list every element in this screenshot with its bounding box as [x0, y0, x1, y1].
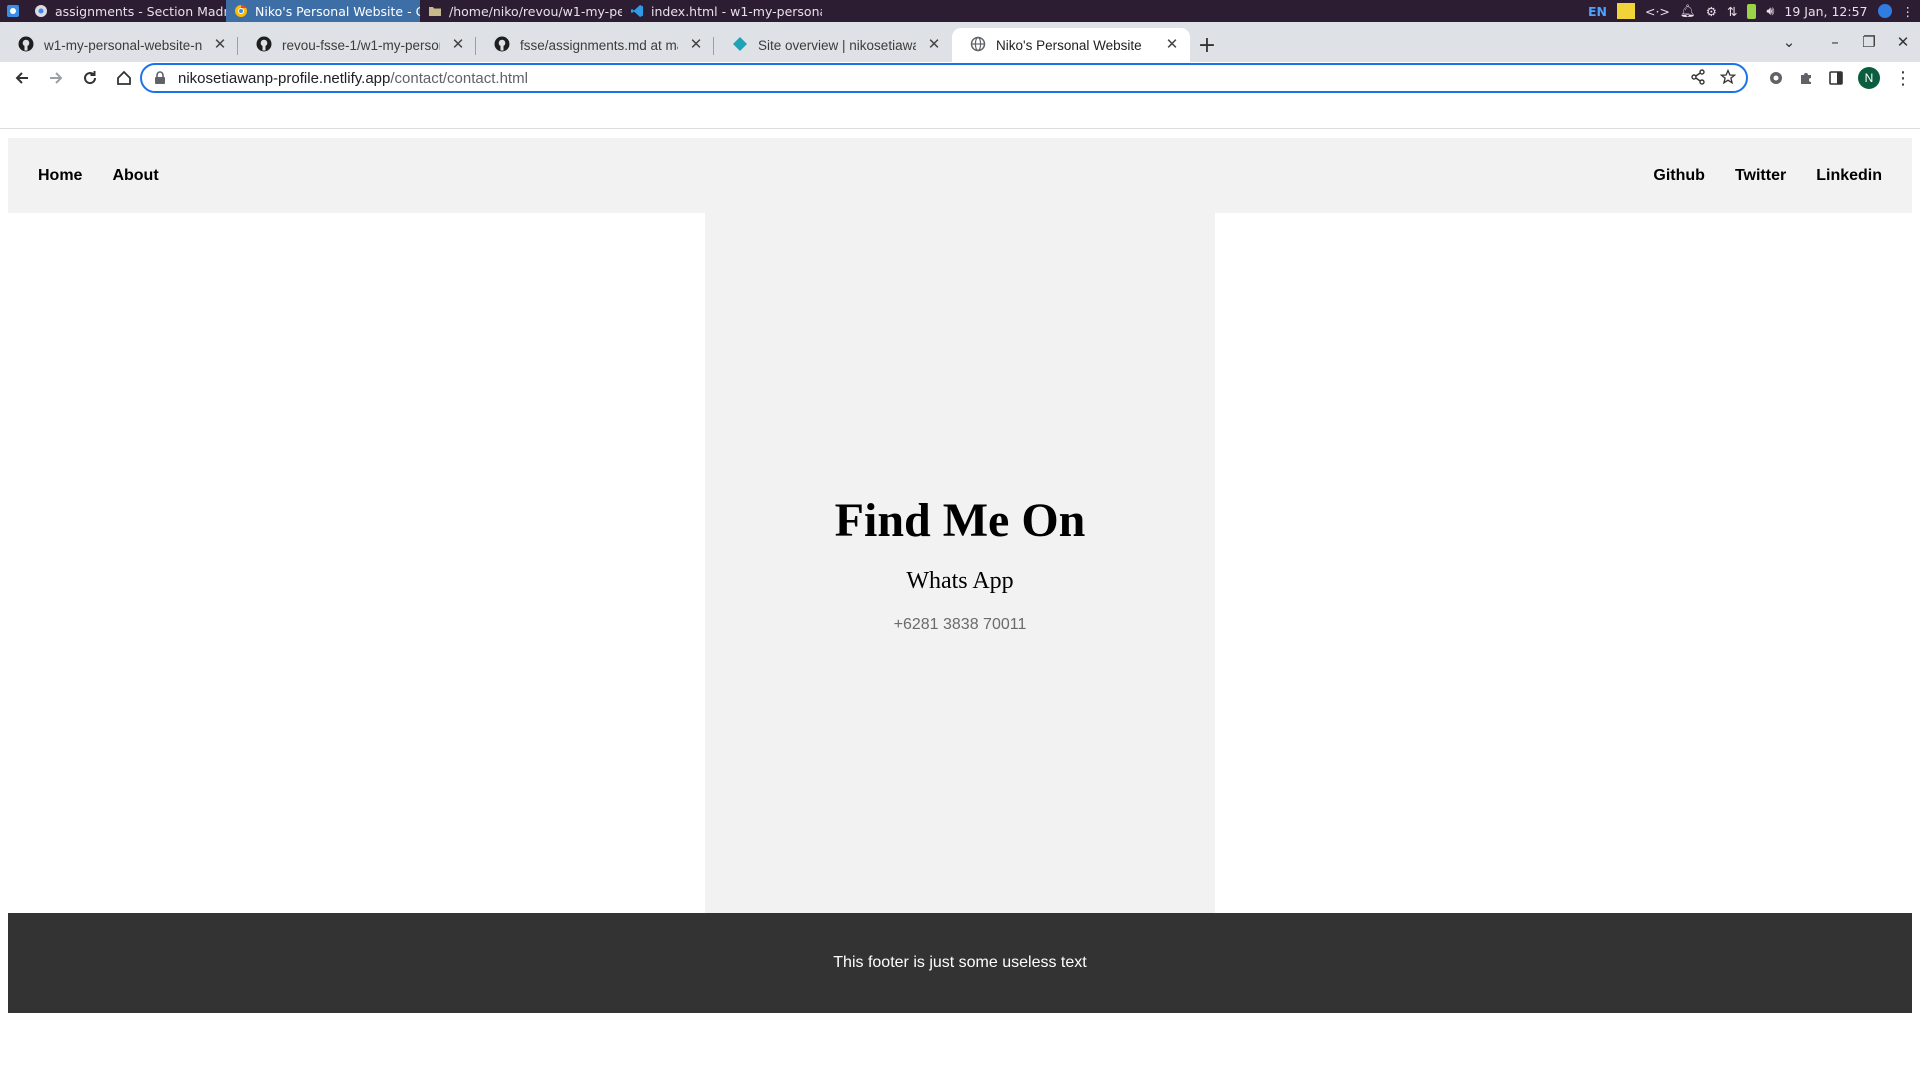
- tab-close-icon[interactable]: ✕: [450, 37, 466, 53]
- contact-method: Whats App: [906, 568, 1014, 594]
- reload-button[interactable]: [74, 62, 106, 94]
- bell-icon[interactable]: 🔔︎: [1680, 3, 1696, 19]
- browser-tab-strip: w1-my-personal-website-nikose ✕ revou-fs…: [0, 22, 1920, 62]
- system-tray: EN <·> 🔔︎ ⚙ ⇅ 🔊︎ 19 Jan, 12:57 ⋮: [1588, 0, 1914, 22]
- arrow-right-icon: [50, 72, 63, 84]
- folder-icon: [428, 4, 442, 18]
- close-window-icon[interactable]: ✕: [1886, 33, 1920, 51]
- menu-dots-icon[interactable]: ⋮: [1902, 4, 1915, 19]
- url-host: nikosetiawanp-profile.netlify.app: [178, 69, 391, 87]
- taskbar-item-label: /home/niko/revou/w1-my-pe...: [449, 3, 622, 19]
- taskbar-item-file-manager[interactable]: /home/niko/revou/w1-my-pe...: [420, 0, 622, 22]
- nav-link-twitter[interactable]: Twitter: [1735, 167, 1786, 185]
- reload-icon: [84, 71, 97, 85]
- taskbar-item-label: Niko's Personal Website - G...: [255, 3, 420, 19]
- extension-icon[interactable]: [1768, 70, 1784, 86]
- keyboard-layout-indicator[interactable]: EN: [1588, 4, 1607, 19]
- contact-heading: Find Me On: [834, 494, 1086, 547]
- toolbar-divider: [0, 128, 1920, 129]
- settings-gear-icon[interactable]: ⚙: [1706, 4, 1717, 19]
- nav-link-linkedin[interactable]: Linkedin: [1816, 167, 1882, 185]
- code-brackets-icon[interactable]: <·>: [1645, 4, 1670, 19]
- netlify-icon: [732, 36, 748, 55]
- app-launcher[interactable]: [0, 0, 26, 22]
- back-button[interactable]: [6, 62, 38, 94]
- github-icon: [18, 36, 34, 55]
- vscode-icon: [630, 4, 644, 18]
- tab-assignments-md[interactable]: fsse/assignments.md at main · ✕: [476, 28, 714, 62]
- forward-button[interactable]: [40, 62, 72, 94]
- notes-icon[interactable]: [1616, 3, 1635, 19]
- omnibox-actions: [1690, 69, 1736, 85]
- launcher-icon: [6, 4, 20, 18]
- github-icon: [256, 36, 272, 55]
- minimize-icon[interactable]: –: [1818, 33, 1852, 51]
- tab-title: w1-my-personal-website-nikose: [44, 37, 202, 53]
- nav-right-links: Github Twitter Linkedin: [1653, 138, 1882, 213]
- globe-icon: [970, 36, 986, 55]
- network-arrows-icon[interactable]: ⇅: [1727, 4, 1737, 19]
- tab-search-chevron-icon[interactable]: ⌄: [1772, 33, 1806, 51]
- chrome-icon: [34, 4, 48, 18]
- url-path: /contact/contact.html: [390, 69, 528, 87]
- battery-icon[interactable]: [1747, 3, 1757, 19]
- taskbar-item-label: index.html - w1-my-personal...: [651, 3, 822, 19]
- tab-personal-website[interactable]: Niko's Personal Website ✕: [952, 28, 1190, 62]
- nav-left-links: Home About: [38, 138, 159, 213]
- site-footer: This footer is just some useless text: [8, 913, 1912, 1013]
- browser-menu-icon[interactable]: ⋮: [1894, 68, 1912, 89]
- volume-icon[interactable]: 🔊︎: [1766, 3, 1774, 19]
- puzzle-icon[interactable]: [1798, 70, 1814, 86]
- home-icon: [117, 70, 131, 85]
- clock[interactable]: 19 Jan, 12:57: [1784, 4, 1867, 19]
- taskbar-item-vscode[interactable]: index.html - w1-my-personal...: [622, 0, 822, 22]
- contact-panel: Find Me On Whats App +6281 3838 70011: [705, 213, 1215, 913]
- nav-link-about[interactable]: About: [112, 167, 158, 185]
- github-icon: [494, 36, 510, 55]
- lock-icon: [155, 71, 165, 84]
- tab-revou-repo[interactable]: revou-fsse-1/w1-my-personal-w ✕: [238, 28, 476, 62]
- taskbar-item-assignments[interactable]: assignments - Section Madri...: [26, 0, 226, 22]
- tab-title: revou-fsse-1/w1-my-personal-w: [282, 37, 440, 53]
- site-navbar: Home About Github Twitter Linkedin: [8, 138, 1912, 213]
- tab-close-icon[interactable]: ✕: [926, 37, 942, 53]
- restore-icon[interactable]: ❐: [1852, 33, 1886, 51]
- arrow-left-icon: [15, 72, 28, 84]
- share-icon[interactable]: [1690, 69, 1706, 85]
- chrome-icon: [234, 4, 248, 18]
- tab-title: fsse/assignments.md at main ·: [520, 37, 678, 53]
- side-panel-icon[interactable]: [1828, 70, 1844, 86]
- tab-close-icon[interactable]: ✕: [1164, 37, 1180, 53]
- new-tab-button[interactable]: +: [1190, 28, 1224, 62]
- nav-link-home[interactable]: Home: [38, 167, 82, 185]
- tab-title: Site overview | nikosetiawanp-p: [758, 37, 916, 53]
- tab-title: Niko's Personal Website: [996, 37, 1142, 53]
- tab-close-icon[interactable]: ✕: [688, 37, 704, 53]
- browser-toolbar: nikosetiawanp-profile.netlify.app/contac…: [0, 62, 1920, 94]
- toolbar-right: N ⋮: [1768, 62, 1912, 94]
- star-icon[interactable]: [1720, 69, 1736, 85]
- taskbar-item-label: assignments - Section Madri...: [55, 3, 226, 19]
- profile-avatar[interactable]: N: [1858, 67, 1880, 89]
- nav-link-github[interactable]: Github: [1653, 167, 1705, 185]
- os-top-bar: assignments - Section Madri... Niko's Pe…: [0, 0, 1920, 22]
- contact-phone-number: +6281 3838 70011: [893, 616, 1027, 633]
- tab-w1-repo[interactable]: w1-my-personal-website-nikose ✕: [0, 28, 238, 62]
- plus-icon: +: [1197, 32, 1217, 58]
- window-controls: ⌄ – ❐ ✕: [1772, 22, 1920, 62]
- user-session-icon[interactable]: [1877, 4, 1892, 18]
- taskbar-item-personal-website[interactable]: Niko's Personal Website - G...: [226, 0, 420, 22]
- tab-close-icon[interactable]: ✕: [212, 37, 228, 53]
- tab-netlify-overview[interactable]: Site overview | nikosetiawanp-p ✕: [714, 28, 952, 62]
- footer-text: This footer is just some useless text: [833, 954, 1087, 971]
- address-bar[interactable]: nikosetiawanp-profile.netlify.app/contac…: [140, 63, 1748, 93]
- home-button[interactable]: [108, 62, 140, 94]
